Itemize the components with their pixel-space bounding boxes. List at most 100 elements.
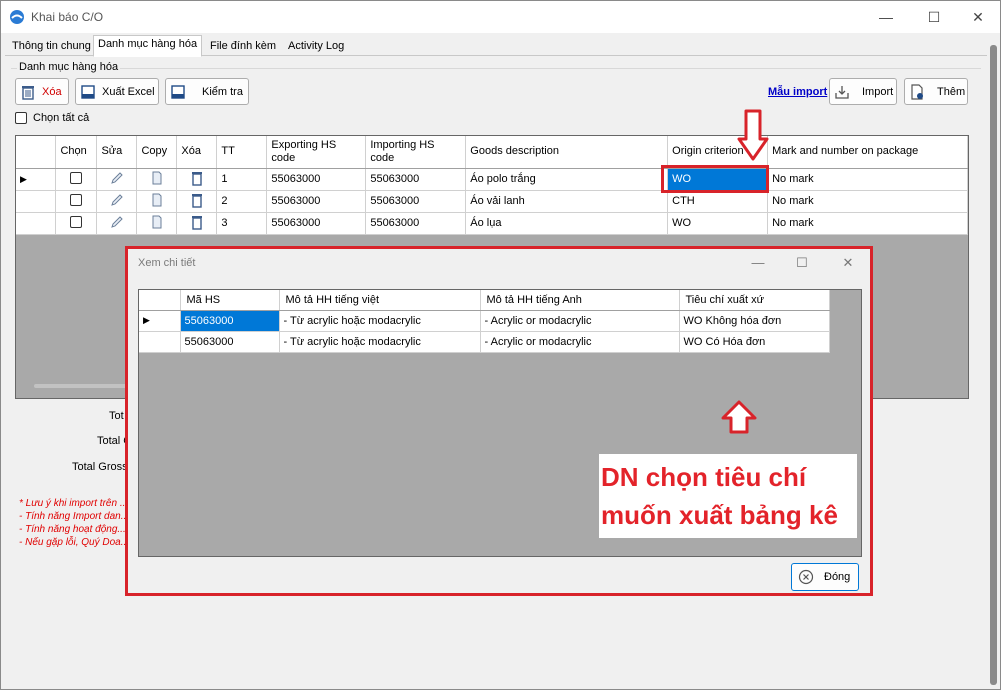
cell-hs-code-selected[interactable]: 55063000	[180, 310, 280, 332]
table-row[interactable]: 2 55063000 55063000 Áo vải lanh CTH No m…	[16, 190, 968, 213]
col-mark-number[interactable]: Mark and number on package	[767, 136, 968, 169]
row-indicator	[16, 190, 57, 213]
minimize-button[interactable]: —	[872, 5, 900, 29]
copy-cell[interactable]	[136, 212, 178, 235]
group-divider	[11, 68, 981, 69]
cell-goods-description[interactable]: Áo lụa	[465, 212, 669, 235]
cell-desc-english[interactable]: - Acrylic or modacrylic	[480, 331, 680, 353]
col-delete[interactable]: Xóa	[176, 136, 218, 169]
cell-goods-description[interactable]: Áo polo trắng	[465, 168, 669, 191]
table-row[interactable]: 55063000 - Từ acrylic hoặc modacrylic - …	[139, 331, 830, 353]
table-row[interactable]: ▶ 55063000 - Từ acrylic hoặc modacrylic …	[139, 310, 830, 332]
cell-exporting-hs[interactable]: 55063000	[266, 168, 367, 191]
table-row[interactable]: 3 55063000 55063000 Áo lụa WO No mark	[16, 212, 968, 235]
cell-importing-hs[interactable]: 55063000	[365, 190, 467, 213]
col-select[interactable]: Chọn	[55, 136, 98, 169]
cell-importing-hs[interactable]: 55063000	[365, 212, 467, 235]
delete-button[interactable]: Xóa	[15, 78, 69, 105]
goods-table: Chọn Sửa Copy Xóa TT Exporting HS code I…	[16, 136, 968, 235]
col-tt[interactable]: TT	[216, 136, 268, 169]
trash-icon[interactable]	[189, 192, 205, 208]
trash-icon	[22, 85, 34, 100]
row-header-corner	[139, 290, 181, 311]
cell-exporting-hs[interactable]: 55063000	[266, 190, 367, 213]
cell-exporting-hs[interactable]: 55063000	[266, 212, 367, 235]
cell-mark-number[interactable]: No mark	[767, 212, 968, 235]
cell-origin-criterion[interactable]: WO	[667, 212, 769, 235]
table-row[interactable]: ▶ 1 55063000 55063000 Áo polo trắng WO N…	[16, 168, 968, 191]
tab-attachments[interactable]: File đính kèm	[205, 37, 281, 56]
title-bar: Khai báo C/O — ☐ ✕	[1, 1, 1000, 33]
cell-importing-hs[interactable]: 55063000	[365, 168, 467, 191]
dialog-maximize-button[interactable]: ☐	[790, 253, 814, 273]
row-checkbox-cell[interactable]	[55, 190, 98, 213]
col-hs-code[interactable]: Mã HS	[180, 290, 280, 311]
cell-mark-number[interactable]: No mark	[767, 168, 968, 191]
copy-icon[interactable]	[149, 192, 165, 208]
col-exporting-hs[interactable]: Exporting HS code	[266, 136, 367, 169]
cell-desc-vietnamese[interactable]: - Từ acrylic hoặc modacrylic	[279, 310, 481, 332]
import-icon	[835, 85, 849, 99]
import-template-link[interactable]: Mẫu import	[768, 86, 827, 98]
row-checkbox-cell[interactable]	[55, 168, 98, 191]
edit-cell[interactable]	[96, 168, 138, 191]
add-button[interactable]: Thêm	[904, 78, 968, 105]
cell-goods-description[interactable]: Áo vải lanh	[465, 190, 669, 213]
note-line: - Tính năng Import dan...	[19, 511, 130, 522]
dialog-close-button[interactable]: ✕	[836, 253, 860, 273]
cell-origin-criterion[interactable]: CTH	[667, 190, 769, 213]
col-edit[interactable]: Sửa	[96, 136, 138, 169]
tab-general-info[interactable]: Thông tin chung	[7, 37, 96, 56]
row-indicator: ▶	[139, 310, 181, 332]
export-excel-button[interactable]: Xuất Excel	[75, 78, 159, 105]
delete-cell[interactable]	[176, 212, 218, 235]
check-button[interactable]: Kiểm tra	[165, 78, 249, 105]
select-all-checkbox[interactable]: Chọn tất cả	[15, 112, 89, 124]
row-checkbox[interactable]	[70, 193, 83, 206]
maximize-button[interactable]: ☐	[920, 5, 948, 29]
copy-cell[interactable]	[136, 168, 178, 191]
tab-activity-log[interactable]: Activity Log	[283, 37, 349, 56]
pencil-icon[interactable]	[109, 214, 125, 230]
main-window: Khai báo C/O — ☐ ✕ Thông tin chung Danh …	[0, 0, 1001, 690]
col-desc-english[interactable]: Mô tả HH tiếng Anh	[480, 290, 680, 311]
cell-origin-criterion[interactable]: WO Có Hóa đơn	[679, 331, 830, 353]
trash-icon[interactable]	[189, 170, 205, 186]
col-desc-vietnamese[interactable]: Mô tả HH tiếng việt	[279, 290, 481, 311]
edit-cell[interactable]	[96, 190, 138, 213]
tab-goods-list[interactable]: Danh mục hàng hóa	[93, 35, 203, 57]
col-goods-description[interactable]: Goods description	[465, 136, 669, 169]
table-header-row: Mã HS Mô tả HH tiếng việt Mô tả HH tiếng…	[139, 290, 830, 311]
trash-icon[interactable]	[189, 214, 205, 230]
cell-mark-number[interactable]: No mark	[767, 190, 968, 213]
edit-cell[interactable]	[96, 212, 138, 235]
import-button[interactable]: Import	[829, 78, 897, 105]
close-window-button[interactable]: ✕	[964, 5, 992, 29]
copy-cell[interactable]	[136, 190, 178, 213]
dialog-minimize-button[interactable]: —	[746, 253, 770, 273]
copy-icon[interactable]	[149, 214, 165, 230]
copy-icon[interactable]	[149, 170, 165, 186]
cell-desc-english[interactable]: - Acrylic or modacrylic	[480, 310, 680, 332]
close-dialog-button[interactable]: Đóng	[791, 563, 859, 591]
vertical-scrollbar[interactable]	[987, 35, 1000, 689]
delete-cell[interactable]	[176, 190, 218, 213]
col-importing-hs[interactable]: Importing HS code	[365, 136, 467, 169]
delete-label: Xóa	[42, 85, 62, 98]
checkbox-box[interactable]	[15, 112, 27, 124]
col-copy[interactable]: Copy	[136, 136, 178, 169]
scrollbar-thumb[interactable]	[990, 45, 997, 685]
cell-tt: 3	[216, 212, 268, 235]
cell-origin-criterion[interactable]: WO Không hóa đơn	[679, 310, 830, 332]
row-checkbox[interactable]	[70, 171, 83, 184]
cell-desc-vietnamese[interactable]: - Từ acrylic hoặc modacrylic	[279, 331, 481, 353]
note-line: * Lưu ý khi import trên ...	[19, 498, 129, 509]
pencil-icon[interactable]	[109, 170, 125, 186]
delete-cell[interactable]	[176, 168, 218, 191]
col-origin-criterion[interactable]: Tiêu chí xuất xứ	[679, 290, 830, 311]
document-check-icon	[171, 84, 185, 99]
pencil-icon[interactable]	[109, 192, 125, 208]
row-checkbox[interactable]	[70, 215, 83, 228]
row-checkbox-cell[interactable]	[55, 212, 98, 235]
cell-hs-code[interactable]: 55063000	[180, 331, 280, 353]
